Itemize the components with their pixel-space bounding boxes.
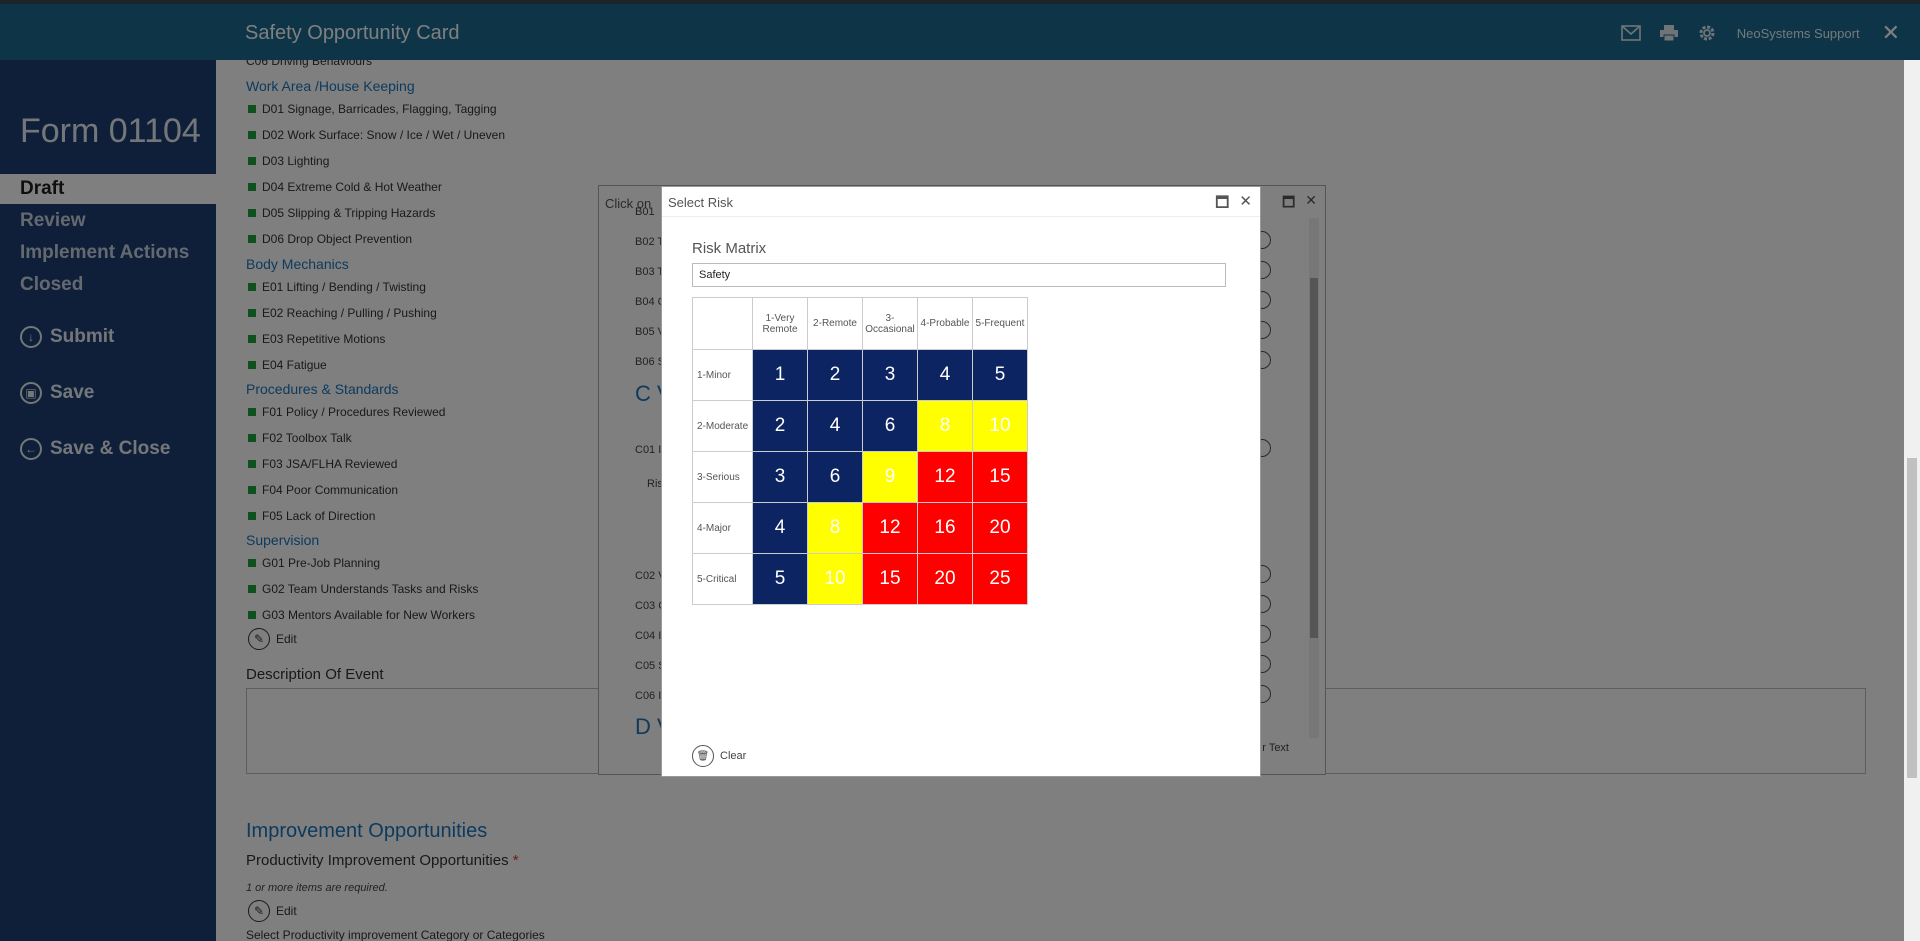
risk-cell[interactable]: 5 — [972, 349, 1028, 401]
risk-cell[interactable]: 12 — [917, 451, 973, 503]
risk-cell[interactable]: 16 — [917, 502, 973, 554]
risk-cell[interactable]: 1 — [752, 349, 808, 401]
risk-cell[interactable]: 3 — [752, 451, 808, 503]
risk-cell[interactable]: 25 — [972, 553, 1028, 605]
risk-cell[interactable]: 3 — [862, 349, 918, 401]
risk-cell[interactable]: 6 — [807, 451, 863, 503]
row-header: 1-Minor — [692, 349, 753, 401]
risk-cell[interactable]: 2 — [752, 400, 808, 452]
risk-cell[interactable]: 5 — [752, 553, 808, 605]
risk-cell[interactable]: 10 — [972, 400, 1028, 452]
maximize-icon[interactable]: 🗖 — [1215, 192, 1229, 217]
risk-cell[interactable]: 4 — [752, 502, 808, 554]
matrix-row: 1-Minor 1 2 3 4 5 — [692, 349, 1028, 401]
matrix-corner — [692, 297, 753, 350]
risk-cell[interactable]: 15 — [862, 553, 918, 605]
risk-cell[interactable]: 9 — [862, 451, 918, 503]
matrix-row: 5-Critical 5 10 15 20 25 — [692, 553, 1028, 605]
matrix-row: 4-Major 4 8 12 16 20 — [692, 502, 1028, 554]
risk-cell[interactable]: 2 — [807, 349, 863, 401]
risk-cell[interactable]: 20 — [972, 502, 1028, 554]
clear-label: Clear — [720, 750, 747, 762]
row-header: 2-Moderate — [692, 400, 753, 452]
risk-cell[interactable]: 20 — [917, 553, 973, 605]
matrix-row: 2-Moderate 2 4 6 8 10 — [692, 400, 1028, 452]
matrix-row: 3-Serious 3 6 9 12 15 — [692, 451, 1028, 503]
column-header: 4-Probable — [917, 297, 973, 350]
trash-icon: 🗑 — [692, 745, 714, 767]
risk-cell[interactable]: 4 — [807, 400, 863, 452]
clear-button[interactable]: 🗑 Clear — [692, 745, 746, 767]
risk-cell[interactable]: 15 — [972, 451, 1028, 503]
risk-matrix-select[interactable]: Safety — [692, 263, 1226, 287]
select-risk-dialog: Select Risk 🗖 ✕ Risk Matrix Safety 1-Ver… — [661, 186, 1261, 777]
risk-cell[interactable]: 6 — [862, 400, 918, 452]
column-header: 5-Frequent — [972, 297, 1028, 350]
risk-cell[interactable]: 4 — [917, 349, 973, 401]
row-header: 5-Critical — [692, 553, 753, 605]
risk-matrix-label: Risk Matrix — [692, 240, 767, 257]
risk-cell[interactable]: 12 — [862, 502, 918, 554]
scroll-thumb[interactable] — [1907, 458, 1917, 778]
column-header: 3-Occasional — [862, 297, 918, 350]
column-header: 1-Very Remote — [752, 297, 808, 350]
dialog-title: Select Risk — [668, 195, 734, 210]
dialog-header: Select Risk 🗖 ✕ — [662, 187, 1260, 217]
column-header: 2-Remote — [807, 297, 863, 350]
risk-cell[interactable]: 10 — [807, 553, 863, 605]
close-icon[interactable]: ✕ — [1239, 192, 1252, 217]
row-header: 4-Major — [692, 502, 753, 554]
risk-cell[interactable]: 8 — [807, 502, 863, 554]
row-header: 3-Serious — [692, 451, 753, 503]
risk-cell[interactable]: 8 — [917, 400, 973, 452]
risk-matrix-table: 1-Very Remote 2-Remote 3-Occasional 4-Pr… — [692, 297, 1028, 605]
page-scrollbar[interactable] — [1904, 60, 1920, 941]
